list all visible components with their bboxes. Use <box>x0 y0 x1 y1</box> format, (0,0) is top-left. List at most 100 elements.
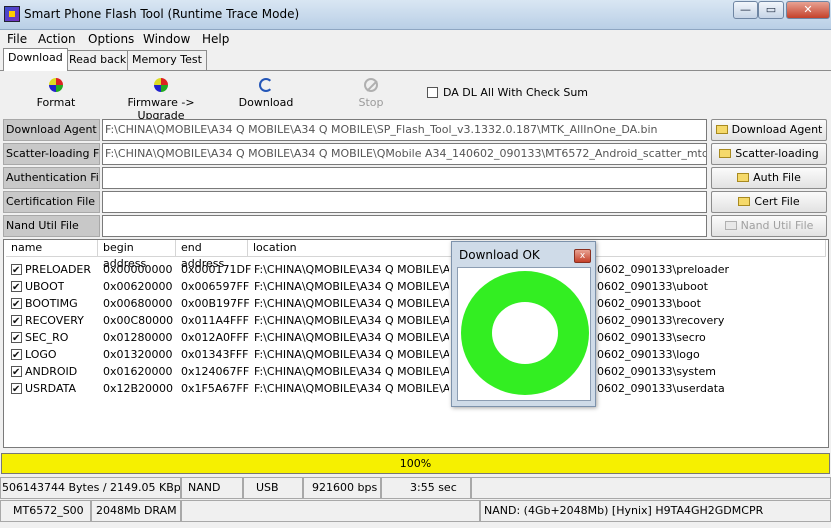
table-row[interactable]: PRELOADER 0x00000000 0x000171DF F:\CHINA… <box>4 261 824 278</box>
checksum-label: DA DL All With Check Sum <box>443 86 589 99</box>
end-address: 0x006597FF <box>181 280 250 293</box>
nand-util-button[interactable]: Nand Util File <box>711 215 827 237</box>
location: F:\CHINA\QMOBILE\A34 Q MOBILE\A34 <box>254 297 449 310</box>
scatter-loading-button-label: Scatter-loading <box>735 147 819 160</box>
download-button[interactable]: Download <box>238 78 294 109</box>
folder-icon <box>719 149 732 158</box>
auth-file-button[interactable]: Auth File <box>711 167 827 189</box>
row-checkbox[interactable] <box>11 262 22 278</box>
menu-options[interactable]: Options <box>88 32 134 46</box>
app-icon <box>4 6 20 22</box>
stop-icon <box>364 78 378 92</box>
status-chip: MT6572_S00 <box>0 500 91 522</box>
scatter-loading-button[interactable]: Scatter-loading <box>711 143 827 165</box>
column-header-end-address[interactable]: end address <box>176 240 248 270</box>
column-header-begin-address[interactable]: begin address <box>98 240 176 270</box>
location-suffix: 0602_090133\recovery <box>597 314 725 327</box>
download-agent-button[interactable]: Download Agent <box>711 119 827 141</box>
location: F:\CHINA\QMOBILE\A34 Q MOBILE\A34 <box>254 280 449 293</box>
location: F:\CHINA\QMOBILE\A34 Q MOBILE\A34 <box>254 263 449 276</box>
table-row[interactable]: RECOVERY 0x00C80000 0x011A4FFF F:\CHINA\… <box>4 312 824 329</box>
begin-address: 0x00620000 <box>103 280 173 293</box>
partition-name: RECOVERY <box>25 314 84 327</box>
row-checkbox[interactable] <box>11 347 22 363</box>
row-checkbox[interactable] <box>11 330 22 346</box>
partition-name: UBOOT <box>25 280 65 293</box>
location-suffix: 0602_090133\uboot <box>597 280 708 293</box>
status-empty <box>471 477 831 499</box>
table-row[interactable]: SEC_RO 0x01280000 0x012A0FFF F:\CHINA\QM… <box>4 329 824 346</box>
menu-file[interactable]: File <box>7 32 27 46</box>
row-checkbox[interactable] <box>11 296 22 312</box>
stop-button[interactable]: Stop <box>352 78 390 109</box>
download-agent-label: Download Agent <box>3 119 100 141</box>
download-agent-field[interactable]: F:\CHINA\QMOBILE\A34 Q MOBILE\A34 Q MOBI… <box>102 119 707 141</box>
ring-hole <box>492 302 558 364</box>
cert-file-button[interactable]: Cert File <box>711 191 827 213</box>
dialog-title: Download OK <box>459 248 540 262</box>
nand-util-field[interactable] <box>102 215 707 237</box>
folder-icon <box>737 173 750 182</box>
status-storage: NAND <box>181 477 243 499</box>
location: F:\CHINA\QMOBILE\A34 Q MOBILE\A34 <box>254 314 449 327</box>
title-bar: Smart Phone Flash Tool (Runtime Trace Mo… <box>0 0 831 30</box>
status-bytes: 506143744 Bytes / 2149.05 KBps <box>0 477 181 499</box>
table-row[interactable]: ANDROID 0x01620000 0x124067FF F:\CHINA\Q… <box>4 363 824 380</box>
scatter-loading-label: Scatter-loading File <box>3 143 100 165</box>
firmware-upgrade-button[interactable]: Firmware -> Upgrade <box>108 78 214 122</box>
maximize-button[interactable]: ▭ <box>758 1 784 19</box>
checksum-checkbox[interactable] <box>427 87 438 98</box>
location: F:\CHINA\QMOBILE\A34 Q MOBILE\A34 <box>254 382 449 395</box>
status-dram: 2048Mb DRAM <box>91 500 181 522</box>
stop-label: Stop <box>358 96 384 109</box>
table-row[interactable]: USRDATA 0x12B20000 0x1F5A67FF F:\CHINA\Q… <box>4 380 824 397</box>
folder-icon <box>724 221 737 230</box>
tab-download[interactable]: Download <box>3 48 68 71</box>
end-address: 0x01343FFF <box>181 348 249 361</box>
table-row[interactable]: UBOOT 0x00620000 0x006597FF F:\CHINA\QMO… <box>4 278 824 295</box>
cert-file-button-label: Cert File <box>754 195 800 208</box>
begin-address: 0x01320000 <box>103 348 173 361</box>
scatter-loading-field[interactable]: F:\CHINA\QMOBILE\A34 Q MOBILE\A34 Q MOBI… <box>102 143 707 165</box>
table-row[interactable]: BOOTIMG 0x00680000 0x00B197FF F:\CHINA\Q… <box>4 295 824 312</box>
certification-field[interactable] <box>102 191 707 213</box>
dialog-close-button[interactable]: x <box>574 249 591 263</box>
download-label: Download <box>238 96 294 109</box>
column-header-name[interactable]: name <box>6 240 98 257</box>
location-suffix: 0602_090133\system <box>597 365 716 378</box>
begin-address: 0x00680000 <box>103 297 173 310</box>
row-checkbox[interactable] <box>11 381 22 397</box>
location-suffix: 0602_090133\boot <box>597 297 701 310</box>
begin-address: 0x01280000 <box>103 331 173 344</box>
tab-read-back[interactable]: Read back <box>64 50 132 70</box>
partition-name: PRELOADER <box>25 263 92 276</box>
close-button[interactable]: ✕ <box>786 1 830 19</box>
format-button[interactable]: Format <box>36 78 76 109</box>
menu-action[interactable]: Action <box>38 32 76 46</box>
partition-name: ANDROID <box>25 365 78 378</box>
format-label: Format <box>36 96 76 109</box>
status-port: USB <box>243 477 303 499</box>
download-icon <box>259 78 273 92</box>
menu-help[interactable]: Help <box>202 32 229 46</box>
location: F:\CHINA\QMOBILE\A34 Q MOBILE\A34 <box>254 365 449 378</box>
minimize-button[interactable]: — <box>733 1 758 19</box>
progress-text: 100% <box>399 457 432 470</box>
begin-address: 0x00C80000 <box>103 314 174 327</box>
status-baud: 921600 bps <box>303 477 381 499</box>
row-checkbox[interactable] <box>11 364 22 380</box>
row-checkbox[interactable] <box>11 279 22 295</box>
nand-util-label: Nand Util File <box>3 215 100 237</box>
row-checkbox[interactable] <box>11 313 22 329</box>
status-nand-info: NAND: (4Gb+2048Mb) [Hynix] H9TA4GH2GDMCP… <box>480 500 831 522</box>
authentication-field[interactable] <box>102 167 707 189</box>
table-row[interactable]: LOGO 0x01320000 0x01343FFF F:\CHINA\QMOB… <box>4 346 824 363</box>
end-address: 0x124067FF <box>181 365 250 378</box>
partition-name: LOGO <box>25 348 57 361</box>
menu-window[interactable]: Window <box>143 32 190 46</box>
partition-name: BOOTIMG <box>25 297 78 310</box>
certification-label: Certification File <box>3 191 100 213</box>
tab-memory-test[interactable]: Memory Test <box>127 50 207 70</box>
checksum-option[interactable]: DA DL All With Check Sum <box>427 86 588 99</box>
window-title: Smart Phone Flash Tool (Runtime Trace Mo… <box>24 7 300 21</box>
